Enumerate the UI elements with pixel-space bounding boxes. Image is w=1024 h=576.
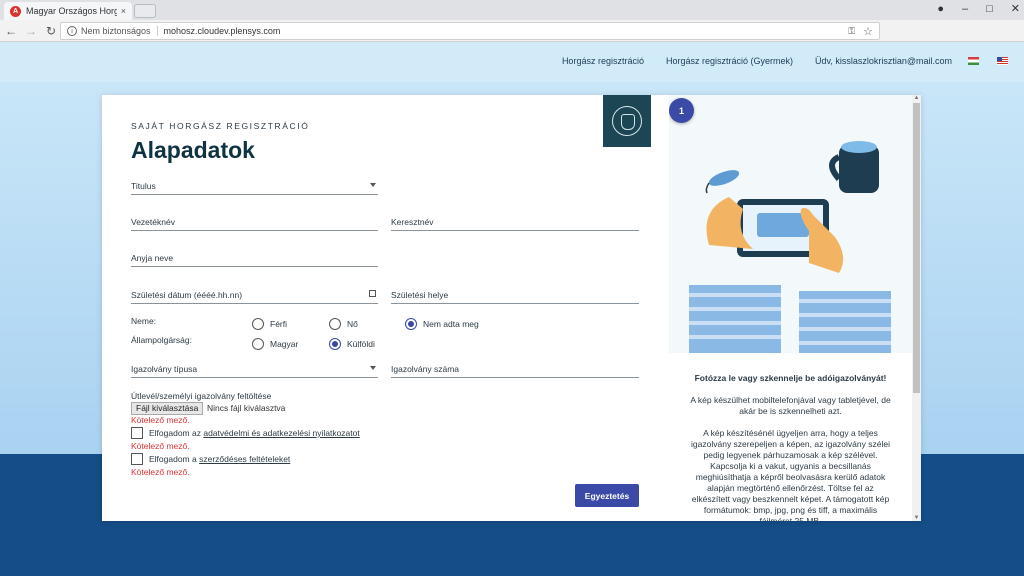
radio-circle-icon [252,318,264,330]
szuletesi-hely-field[interactable]: Születési helye [391,286,639,304]
info-icon[interactable]: i [67,26,77,36]
radio-nem-adta-meg[interactable]: Nem adta meg [405,318,479,330]
szuletesi-datum-label: Születési dátum (éééé.hh.nn) [131,290,243,300]
radio-no[interactable]: Nő [329,318,358,330]
new-tab-button[interactable] [134,4,156,18]
form-eyebrow: SAJÁT HORGÁSZ REGISZTRÁCIÓ [131,121,310,131]
help-paragraph: A kép készülhet mobiltelefonjával vagy t… [690,395,891,416]
reload-icon[interactable]: ↻ [42,24,60,38]
angular-favicon-icon: A [10,5,21,17]
seal-icon [612,106,642,136]
site-header: Horgász regisztráció Horgász regisztráci… [0,42,1024,82]
radio-kulfoldi-label: Külföldi [347,339,375,349]
privacy-checkbox[interactable]: Elfogadom az adatvédelmi és adatkezelési… [131,427,360,439]
minimize-icon[interactable]: – [962,0,968,18]
radio-magyar-label: Magyar [270,339,299,349]
igazolvany-tipus-select[interactable]: Igazolvány típusa [131,360,378,378]
radio-no-label: Nő [347,319,358,329]
radio-kulfoldi[interactable]: Külföldi [329,338,375,350]
terms-error: Kötelező mező. [131,467,190,477]
radio-nem-adta-meg-label: Nem adta meg [423,319,479,329]
keresztnev-label: Keresztnév [391,217,434,227]
terms-link[interactable]: szerződéses feltételeket [199,454,290,464]
vezeteknev-field[interactable]: Vezetéknév [131,213,378,231]
close-window-icon[interactable]: ✕ [1011,0,1020,18]
privacy-error: Kötelező mező. [131,441,190,451]
file-status: Nincs fájl kiválasztva [207,403,286,413]
flag-us-icon[interactable] [997,57,1008,65]
flag-hu-icon[interactable] [968,57,979,65]
terms-checkbox[interactable]: Elfogadom a szerződéses feltételeket [131,453,290,465]
privacy-link[interactable]: adatvédelmi és adatkezelési nyilatkozato… [203,428,359,438]
radio-selected-icon [329,338,341,350]
maximize-icon[interactable]: □ [986,0,993,18]
radio-ferfi[interactable]: Férfi [252,318,287,330]
security-label: Nem biztonságos [81,26,158,36]
titulus-select[interactable]: Titulus [131,177,378,195]
tab-close-icon[interactable]: × [121,6,126,16]
page-title: Alapadatok [131,137,255,163]
nav-horgasz-registration[interactable]: Horgász regisztráció [562,56,644,66]
igazolvany-szam-field[interactable]: Igazolvány száma [391,360,639,378]
igazolvany-tipus-label: Igazolvány típusa [131,364,198,374]
igazolvany-szam-label: Igazolvány száma [391,364,460,374]
registration-card: SAJÁT HORGÁSZ REGISZTRÁCIÓ Alapadatok Ti… [102,95,921,521]
scroll-up-icon[interactable]: ▲ [912,95,921,101]
radio-circle-icon [252,338,264,350]
hands-tablet-illustration [689,141,891,353]
panel-scrollbar[interactable]: ▲ ▼ [912,95,921,521]
keresztnev-field[interactable]: Keresztnév [391,213,639,231]
scroll-thumb[interactable] [913,103,920,393]
privacy-prefix: Elfogadom az [149,428,204,438]
radio-magyar[interactable]: Magyar [252,338,298,350]
site-nav: Horgász regisztráció Horgász regisztráci… [562,56,1008,66]
tab-title: Magyar Országos Horgá [26,6,117,16]
help-text: Fotózza le vagy szkennelje be adóigazolv… [669,353,912,521]
upload-error: Kötelező mező. [131,415,190,425]
szuletesi-datum-field[interactable]: Születési dátum (éééé.hh.nn) [131,286,378,304]
citizenship-label: Állampolgárság: [131,335,192,345]
mohosz-logo [603,95,651,147]
checkbox-icon[interactable] [131,427,143,439]
anyja-neve-field[interactable]: Anyja neve [131,249,378,267]
key-icon[interactable]: ⚿ [848,26,855,37]
nav-child-registration[interactable]: Horgász regisztráció (Gyermek) [666,56,793,66]
chevron-down-icon [370,183,376,187]
radio-selected-icon [405,318,417,330]
submit-button[interactable]: Egyeztetés [575,484,639,507]
help-panel: 1 Fotózza le vagy szkennelje be adóigazo… [669,95,912,521]
url-text[interactable]: mohosz.cloudev.plensys.com [164,26,281,36]
terms-prefix: Elfogadom a [149,454,200,464]
bookmark-star-icon[interactable]: ☆ [863,25,873,38]
forward-icon[interactable]: → [22,24,40,38]
address-bar-row: ← → ↻ i Nem biztonságos mohosz.cloudev.p… [0,20,1024,57]
gender-label: Neme: [131,316,157,326]
browser-tab-bar: A Magyar Országos Horgá × ● – □ ✕ [0,0,1024,20]
vezeteknev-label: Vezetéknév [131,217,175,227]
browser-tab[interactable]: A Magyar Országos Horgá × [4,2,132,20]
scan-illustration: 1 [669,95,912,353]
radio-ferfi-label: Férfi [270,319,287,329]
omnibox[interactable]: i Nem biztonságos mohosz.cloudev.plensys… [60,22,880,40]
help-paragraph: A kép készítésénél ügyeljen arra, hogy a… [691,428,890,521]
help-heading: Fotózza le vagy szkennelje be adóigazolv… [694,373,887,383]
anyja-neve-label: Anyja neve [131,253,174,263]
upload-label: Útlevél/személyi igazolvány feltöltése [131,391,272,401]
checkbox-icon[interactable] [131,453,143,465]
radio-circle-icon [329,318,341,330]
nav-user-greeting[interactable]: Üdv, kisslaszlokrisztian@mail.com [815,56,952,66]
calendar-icon[interactable] [369,290,376,297]
back-icon[interactable]: ← [2,24,20,38]
window-controls: ● – □ ✕ [937,0,1020,18]
file-choose-button[interactable]: Fájl kiválasztása [131,402,204,415]
step-badge: 1 [669,98,694,123]
scroll-down-icon[interactable]: ▼ [912,515,921,521]
chevron-down-icon [370,366,376,370]
profile-icon[interactable]: ● [937,0,944,18]
szuletesi-hely-label: Születési helye [391,290,449,300]
titulus-label: Titulus [131,181,156,191]
